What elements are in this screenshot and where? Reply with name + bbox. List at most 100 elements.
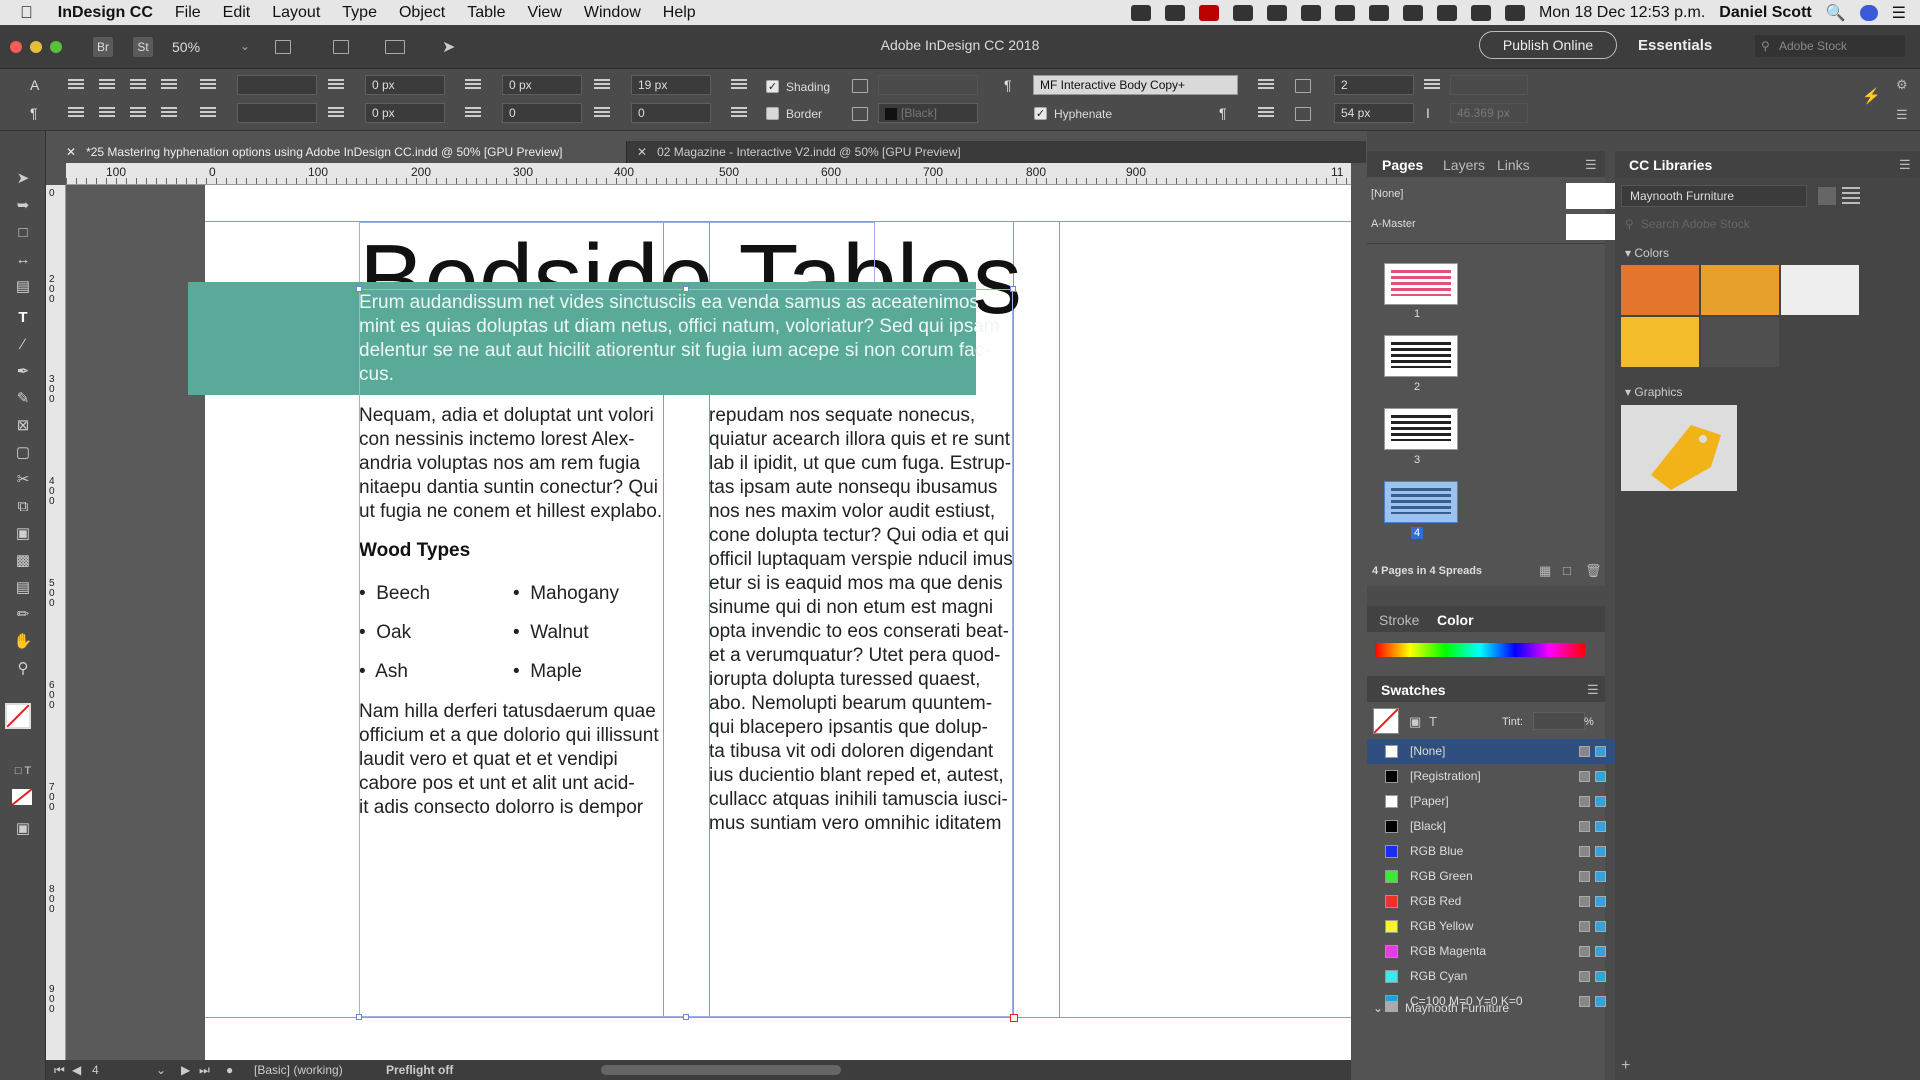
close-tab-icon[interactable]: ✕ <box>637 145 647 159</box>
expand-group-icon[interactable]: ⌄ <box>1373 1001 1383 1015</box>
intro-paragraph[interactable]: Erum audandissum net vides sinctusciis e… <box>359 291 1019 387</box>
library-color-swatch[interactable] <box>1621 317 1699 367</box>
tab-swatches[interactable]: Swatches <box>1381 682 1446 698</box>
quick-apply-icon[interactable]: ⚡ <box>1862 87 1881 105</box>
spotlight-icon[interactable]: 🔍 <box>1826 3 1846 23</box>
cloud-icon[interactable] <box>1300 4 1321 21</box>
airplay-icon[interactable] <box>1436 4 1457 21</box>
cc-libraries-menu-icon[interactable]: ☰ <box>1899 157 1911 173</box>
library-color-swatch[interactable] <box>1701 317 1779 367</box>
tab-pages[interactable]: Pages <box>1382 157 1423 173</box>
swatch-row[interactable]: RGB Green <box>1367 864 1615 889</box>
add-content-icon[interactable]: + <box>1621 1057 1630 1075</box>
wood-type-item[interactable]: • Walnut <box>513 622 589 644</box>
line-tool-icon[interactable]: ∕ <box>13 337 33 353</box>
menu-help[interactable]: Help <box>652 4 707 22</box>
justify-center-icon[interactable] <box>99 107 115 119</box>
frame-handle[interactable] <box>683 1014 689 1020</box>
align-left-icon[interactable] <box>68 79 84 91</box>
wood-type-item[interactable]: • Beech <box>359 583 430 605</box>
formatting-container-icon[interactable]: □ T <box>13 763 33 779</box>
space-before-field[interactable]: 0 px <box>502 75 582 95</box>
wood-types-heading[interactable]: Wood Types <box>359 540 470 562</box>
library-search-field[interactable]: ⚲ Search Adobe Stock <box>1621 213 1861 235</box>
menu-table[interactable]: Table <box>456 4 516 22</box>
dropbox-icon[interactable] <box>1130 4 1151 21</box>
tab-cc-libraries[interactable]: CC Libraries <box>1629 157 1712 173</box>
justify-left-icon[interactable] <box>161 79 177 91</box>
close-tab-icon[interactable]: ✕ <box>66 145 76 159</box>
pencil-tool-icon[interactable]: ✎ <box>13 391 33 407</box>
adobe-stock-search[interactable]: ⚲ Adobe Stock <box>1755 35 1905 57</box>
base-style-label[interactable]: [Basic] (working) <box>254 1063 343 1077</box>
swatch-row[interactable]: RGB Blue <box>1367 839 1615 864</box>
align-to-baseline-icon[interactable] <box>1258 79 1274 91</box>
swatch-row[interactable]: RGB Cyan <box>1367 964 1615 989</box>
library-dropdown[interactable]: Maynooth Furniture <box>1621 185 1807 207</box>
first-page-icon[interactable]: ⏮ <box>54 1063 65 1078</box>
width-field[interactable]: 46.369 px <box>1450 103 1528 123</box>
swatch-row[interactable]: RGB Yellow <box>1367 914 1615 939</box>
body-column-left[interactable]: Nequam, adia et doluptat unt volori con … <box>359 404 664 524</box>
span-columns-dropdown[interactable] <box>1450 75 1528 95</box>
overset-text-port-icon[interactable] <box>1010 1014 1018 1022</box>
rectangle-frame-tool-icon[interactable]: ⊠ <box>13 418 33 434</box>
hand-tool-icon[interactable]: ✋ <box>13 634 33 650</box>
note-tool-icon[interactable]: ▤ <box>13 580 33 596</box>
wood-type-item[interactable]: • Oak <box>359 622 411 644</box>
menu-file[interactable]: File <box>164 4 212 22</box>
swatch-row[interactable]: [Registration] <box>1367 764 1615 789</box>
color-spectrum-slider[interactable] <box>1375 643 1585 657</box>
siri-icon[interactable] <box>1859 4 1878 21</box>
clear-overrides-icon[interactable]: ¶ <box>1219 105 1227 121</box>
tab-hyphenation-document[interactable]: ✕ *25 Mastering hyphenation options using… <box>56 141 626 163</box>
span-columns-icon[interactable] <box>1424 79 1440 91</box>
a-master-label[interactable]: A-Master <box>1371 218 1416 230</box>
bullets-icon[interactable] <box>731 79 747 91</box>
menu-view[interactable]: View <box>516 4 572 22</box>
tab-stroke[interactable]: Stroke <box>1379 612 1419 628</box>
gap-tool-icon[interactable]: ↔ <box>13 252 33 268</box>
none-master-label[interactable]: [None] <box>1371 188 1403 200</box>
formatting-affects-container-icon[interactable]: ▣ <box>1409 714 1421 730</box>
wood-type-item[interactable]: • Mahogany <box>513 583 619 605</box>
pen-tool-icon[interactable]: ✒ <box>13 364 33 380</box>
eyedropper-tool-icon[interactable]: ✏ <box>13 607 33 623</box>
last-line-indent-field[interactable]: 0 px <box>365 103 445 123</box>
creative-cloud-icon[interactable] <box>1164 4 1185 21</box>
swatch-row[interactable]: RGB Magenta <box>1367 939 1615 964</box>
align-right-icon[interactable] <box>130 79 146 91</box>
wood-type-item[interactable]: • Ash <box>359 661 408 683</box>
space-after-field[interactable]: 19 px <box>631 75 711 95</box>
new-page-icon[interactable]: □ <box>1563 563 1571 578</box>
right-indent-field[interactable]: 0 px <box>365 75 445 95</box>
library-color-swatch[interactable] <box>1701 265 1779 315</box>
shading-color-dropdown[interactable] <box>878 75 978 95</box>
numbering-icon[interactable] <box>731 107 747 119</box>
scissors-tool-icon[interactable]: ✂ <box>13 472 33 488</box>
hyphenate-checkbox[interactable] <box>1034 107 1047 120</box>
page-thumbnail[interactable] <box>1384 408 1458 450</box>
paragraph-mode-icon[interactable]: ¶ <box>30 105 38 121</box>
notification-center-icon[interactable]: ☰ <box>1892 3 1906 23</box>
frame-handle[interactable] <box>356 1014 362 1020</box>
edit-page-size-icon[interactable]: ▦ <box>1539 563 1551 579</box>
screen-mode-tool-icon[interactable]: ▣ <box>13 821 33 837</box>
tab-layers[interactable]: Layers <box>1443 157 1485 173</box>
page-thumbnail[interactable] <box>1384 263 1458 305</box>
wood-type-item[interactable]: • Maple <box>513 661 582 683</box>
time-machine-icon[interactable] <box>1334 4 1355 21</box>
previous-page-icon[interactable]: ◀ <box>72 1063 81 1077</box>
swatch-row[interactable]: RGB Red <box>1367 889 1615 914</box>
adobe-icon[interactable] <box>1198 4 1219 21</box>
menu-object[interactable]: Object <box>388 4 456 22</box>
wifi-icon[interactable] <box>1402 4 1423 21</box>
horizontal-scrollbar-thumb[interactable] <box>601 1065 841 1075</box>
justify-all-icon[interactable] <box>68 107 84 119</box>
list-view-icon[interactable] <box>1842 187 1860 205</box>
menu-edit[interactable]: Edit <box>212 4 262 22</box>
menu-type[interactable]: Type <box>331 4 388 22</box>
zoom-tool-icon[interactable]: ⚲ <box>13 661 33 677</box>
clock[interactable]: Mon 18 Dec 12:53 p.m. <box>1539 4 1705 22</box>
pages-panel-menu-icon[interactable]: ☰ <box>1585 157 1597 173</box>
